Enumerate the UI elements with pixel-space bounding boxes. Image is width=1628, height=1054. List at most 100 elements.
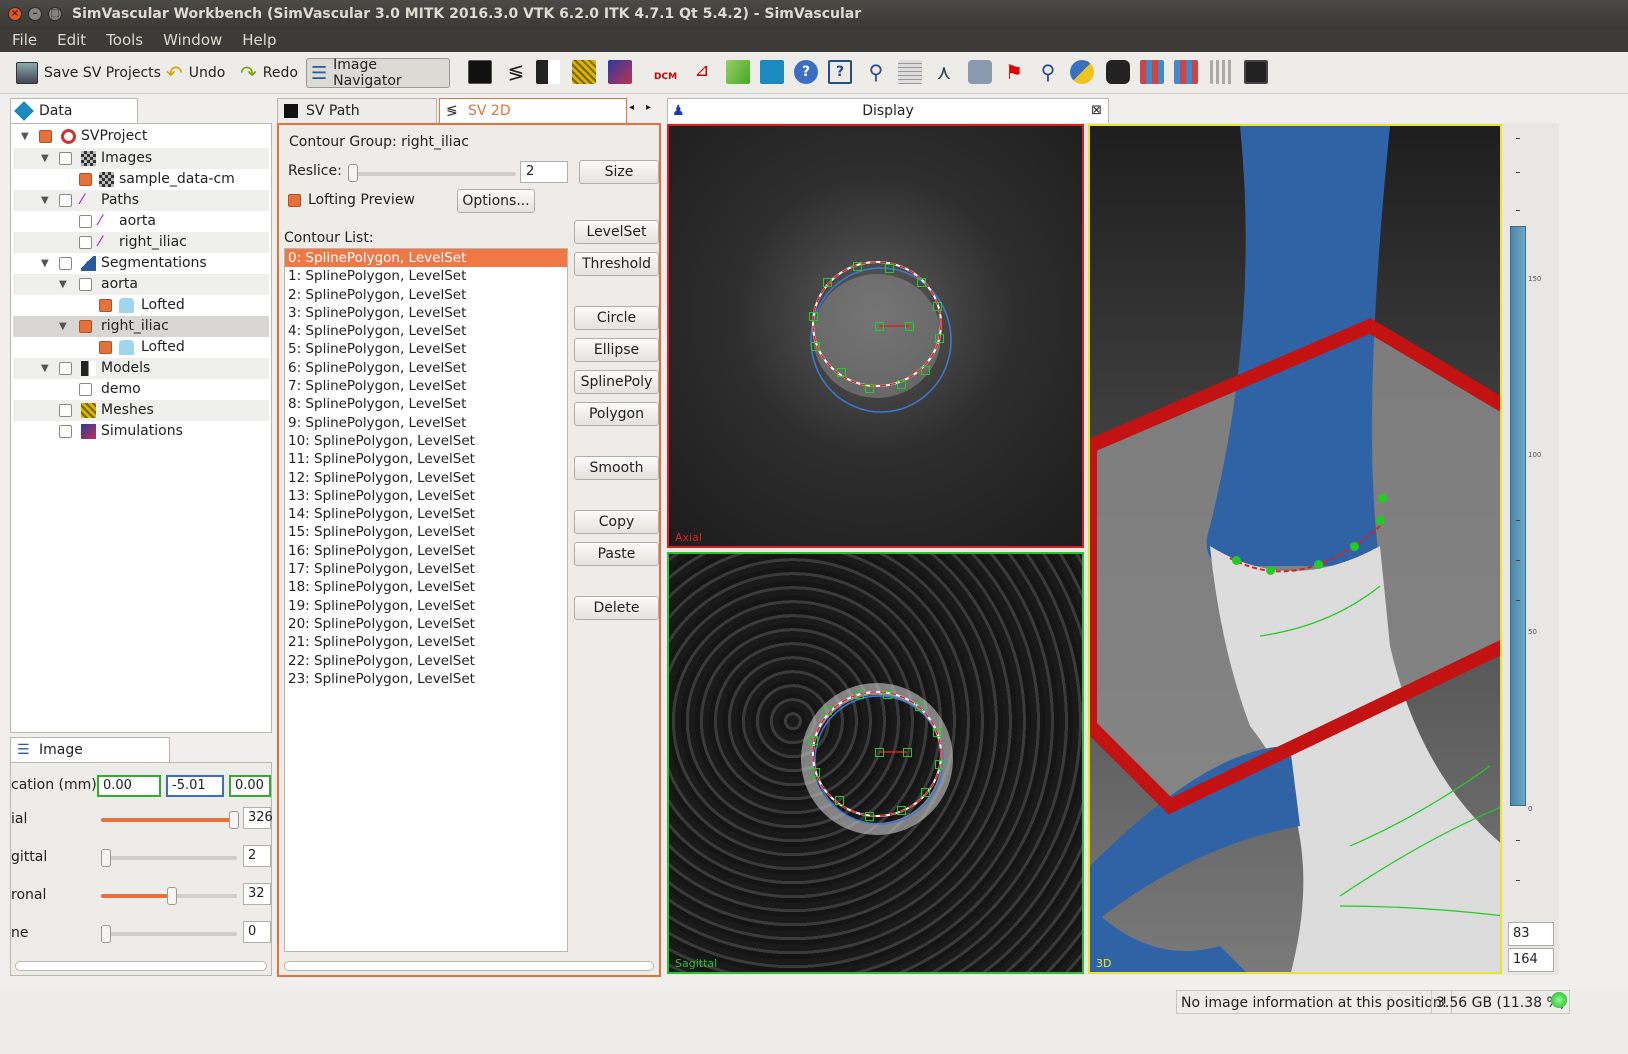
- segment-icon[interactable]: [726, 60, 750, 84]
- contour-list-item[interactable]: 1: SplinePolygon, LevelSet: [285, 267, 567, 285]
- control-point[interactable]: [935, 334, 944, 343]
- copy-button[interactable]: Copy: [574, 510, 659, 534]
- minimize-window-icon[interactable]: –: [28, 7, 42, 21]
- path-tool-icon[interactable]: ≶: [504, 60, 528, 84]
- contour-list-item[interactable]: 5: SplinePolygon, LevelSet: [285, 340, 567, 358]
- time-slider-handle[interactable]: [101, 925, 111, 943]
- tab-display[interactable]: ♟ Display ⊠: [667, 98, 1109, 124]
- delete-button[interactable]: Delete: [574, 596, 659, 620]
- axial-value[interactable]: 326: [243, 807, 273, 829]
- level-input[interactable]: 83: [1508, 922, 1554, 946]
- chart-icon[interactable]: [1210, 60, 1234, 84]
- contour-list-item[interactable]: 22: SplinePolygon, LevelSet: [285, 652, 567, 670]
- coronal-slider-handle[interactable]: [167, 887, 177, 905]
- control-point[interactable]: [897, 806, 906, 815]
- control-point[interactable]: [921, 788, 930, 797]
- table-icon[interactable]: [898, 60, 922, 84]
- save-projects-button[interactable]: Save SV Projects: [12, 58, 165, 88]
- contour-list-item[interactable]: 21: SplinePolygon, LevelSet: [285, 633, 567, 651]
- contour-list-item[interactable]: 20: SplinePolygon, LevelSet: [285, 615, 567, 633]
- tab-scroll-right-icon[interactable]: ▸: [646, 102, 651, 113]
- visibility-checkbox[interactable]: [99, 341, 112, 354]
- size-button[interactable]: Size: [579, 160, 659, 184]
- horizontal-scrollbar[interactable]: [284, 961, 654, 971]
- visibility-checkbox[interactable]: [59, 194, 72, 207]
- coronal-value[interactable]: 32: [243, 883, 271, 905]
- horizontal-scrollbar[interactable]: [15, 961, 267, 971]
- control-point[interactable]: [903, 748, 912, 757]
- tree-item-meshes[interactable]: Meshes: [13, 400, 269, 421]
- control-point[interactable]: [809, 312, 818, 321]
- contour-list-item[interactable]: 14: SplinePolygon, LevelSet: [285, 505, 567, 523]
- control-point[interactable]: [853, 262, 862, 271]
- search-icon[interactable]: ⚲: [1036, 60, 1060, 84]
- contour-list-item[interactable]: 16: SplinePolygon, LevelSet: [285, 542, 567, 560]
- control-point[interactable]: [935, 760, 944, 769]
- close-tab-icon[interactable]: ⊠: [1091, 99, 1102, 123]
- window-input[interactable]: 164: [1508, 948, 1554, 972]
- control-point[interactable]: [875, 748, 884, 757]
- control-point[interactable]: [915, 702, 924, 711]
- contour-list-item[interactable]: 4: SplinePolygon, LevelSet: [285, 322, 567, 340]
- camera-icon[interactable]: [1106, 60, 1130, 84]
- contour-list-item[interactable]: 15: SplinePolygon, LevelSet: [285, 523, 567, 541]
- visibility-checkbox[interactable]: [79, 278, 92, 291]
- contour-list-item[interactable]: 19: SplinePolygon, LevelSet: [285, 597, 567, 615]
- model-icon[interactable]: [536, 60, 560, 84]
- mesh-icon[interactable]: [572, 60, 596, 84]
- control-point[interactable]: [823, 706, 832, 715]
- contour-list-item[interactable]: 2: SplinePolygon, LevelSet: [285, 286, 567, 304]
- reslice-slider-handle[interactable]: [348, 164, 358, 182]
- circle-button[interactable]: Circle: [574, 306, 659, 330]
- threshold-button[interactable]: Threshold: [574, 252, 659, 276]
- tree-item-lofted[interactable]: Lofted: [13, 295, 269, 316]
- tab-path-planning[interactable]: SV Path Planning⊠: [277, 98, 437, 143]
- visibility-checkbox[interactable]: [59, 404, 72, 417]
- expand-icon[interactable]: ▼: [41, 358, 49, 379]
- sagittal-viewport[interactable]: Sagittal: [667, 552, 1084, 974]
- control-point[interactable]: [865, 812, 874, 821]
- tree-item-path-right-iliac[interactable]: ⁄ right_iliac: [13, 232, 269, 253]
- visibility-checkbox[interactable]: [39, 130, 52, 143]
- control-point[interactable]: [897, 380, 906, 389]
- contour-list-item[interactable]: 11: SplinePolygon, LevelSet: [285, 450, 567, 468]
- zoom-icon[interactable]: ⚲: [864, 60, 888, 84]
- tree-item-seg-aorta[interactable]: ▼ aorta: [13, 274, 269, 295]
- tree-item-sample-data[interactable]: sample_data-cm: [13, 169, 269, 190]
- level-window-bar[interactable]: [1510, 226, 1526, 806]
- menu-help[interactable]: Help: [230, 28, 284, 49]
- screenshot-icon[interactable]: [968, 60, 992, 84]
- contour-list-item[interactable]: 3: SplinePolygon, LevelSet: [285, 304, 567, 322]
- time-value[interactable]: 0: [243, 921, 271, 943]
- contour-list-item[interactable]: 23: SplinePolygon, LevelSet: [285, 670, 567, 688]
- tree-item-seg-right-iliac[interactable]: ▼ right_iliac: [13, 316, 269, 337]
- control-point[interactable]: [855, 690, 864, 699]
- cube-icon[interactable]: [760, 60, 784, 84]
- menu-tools[interactable]: Tools: [94, 28, 151, 49]
- plugin-2-icon[interactable]: [1174, 60, 1198, 84]
- tree-item-demo[interactable]: demo: [13, 379, 269, 400]
- visibility-checkbox[interactable]: [59, 362, 72, 375]
- visibility-checkbox[interactable]: [59, 425, 72, 438]
- close-window-icon[interactable]: ×: [8, 7, 22, 21]
- control-point[interactable]: [883, 690, 892, 699]
- visibility-checkbox[interactable]: [79, 173, 92, 186]
- tree-item-images[interactable]: ▼ Images: [13, 148, 269, 169]
- location-x-input[interactable]: 0.00: [97, 775, 161, 797]
- expand-icon[interactable]: ▼: [41, 148, 49, 169]
- location-y-input[interactable]: -5.01: [166, 775, 224, 797]
- control-point[interactable]: [811, 768, 820, 777]
- tree-item-simulations[interactable]: Simulations: [13, 421, 269, 442]
- python-icon[interactable]: [1070, 60, 1094, 84]
- control-point[interactable]: [823, 278, 832, 287]
- expand-icon[interactable]: ▼: [21, 126, 29, 147]
- visibility-checkbox[interactable]: [79, 383, 92, 396]
- sagittal-slider-handle[interactable]: [101, 849, 111, 867]
- transform-icon[interactable]: ⋏: [932, 60, 956, 84]
- view-icon[interactable]: [1244, 60, 1268, 84]
- undo-button[interactable]: ↶ Undo: [162, 58, 229, 88]
- visibility-checkbox[interactable]: [79, 320, 92, 333]
- control-point[interactable]: [1314, 560, 1323, 569]
- location-z-input[interactable]: 0.00: [229, 775, 271, 797]
- ellipse-button[interactable]: Ellipse: [574, 338, 659, 362]
